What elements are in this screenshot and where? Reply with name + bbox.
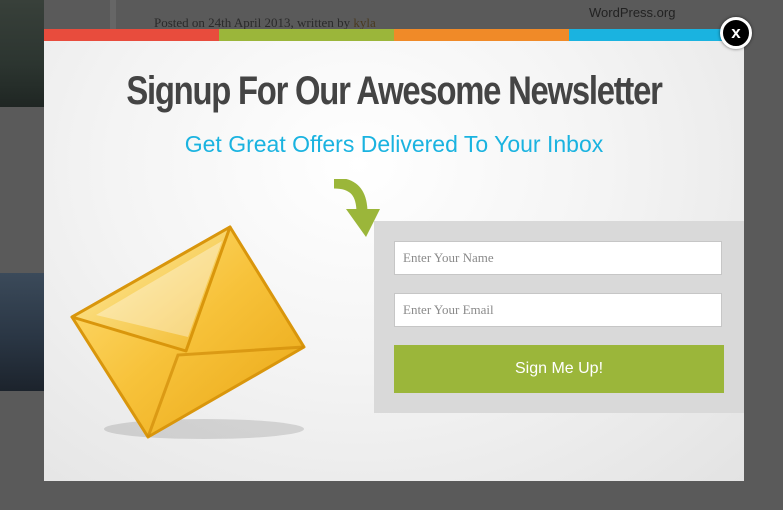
- color-bar-segment: [394, 29, 569, 41]
- popup-title: Signup For Our Awesome Newsletter: [126, 69, 663, 113]
- popup-subtitle: Get Great Offers Delivered To Your Inbox: [184, 131, 604, 157]
- signup-form: Sign Me Up!: [374, 221, 744, 413]
- close-icon[interactable]: x: [720, 17, 752, 49]
- color-bar-segment: [569, 29, 744, 41]
- email-input[interactable]: [394, 293, 722, 327]
- color-bar-segment: [219, 29, 394, 41]
- name-input[interactable]: [394, 241, 722, 275]
- color-bar: [44, 29, 744, 41]
- envelope-icon: [70, 225, 306, 439]
- sign-up-button[interactable]: Sign Me Up!: [394, 345, 724, 393]
- background-thumbnail: [0, 273, 44, 391]
- post-author-link[interactable]: kyla: [353, 15, 375, 30]
- post-meta-text: Posted on 24th April 2013, written by: [154, 15, 354, 30]
- background-thumbnail: [0, 0, 44, 107]
- newsletter-popup: Signup For Our Awesome Newsletter Get Gr…: [44, 29, 744, 481]
- color-bar-segment: [44, 29, 219, 41]
- sidebar-link-wordpress[interactable]: WordPress.org: [589, 5, 675, 20]
